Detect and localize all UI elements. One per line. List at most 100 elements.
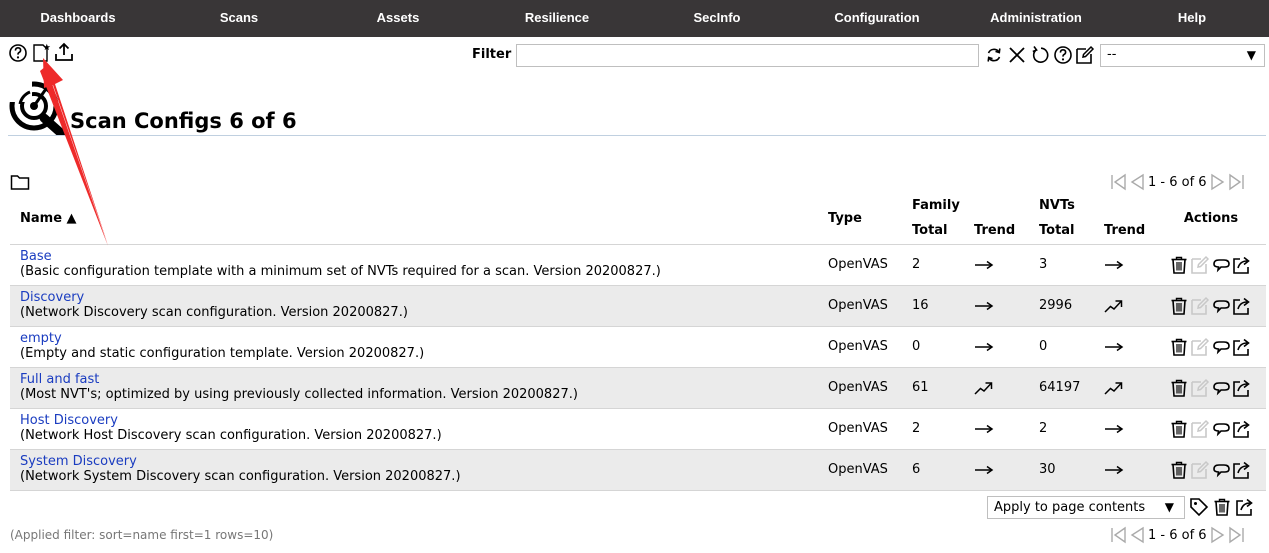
- last-page-icon[interactable]: [1227, 173, 1245, 191]
- export-icon[interactable]: [1232, 255, 1252, 275]
- export-icon[interactable]: [1232, 296, 1252, 316]
- delete-icon[interactable]: [1169, 337, 1189, 357]
- clone-icon[interactable]: [1211, 255, 1231, 275]
- clone-icon[interactable]: [1211, 378, 1231, 398]
- column-header-family-total[interactable]: Total: [902, 218, 964, 244]
- family-trend-cell: [964, 367, 1029, 408]
- clone-icon[interactable]: [1211, 337, 1231, 357]
- scan-config-name-link[interactable]: Discovery: [20, 290, 808, 305]
- trend-flat-icon: [1104, 463, 1146, 477]
- nvts-total-cell: 3: [1039, 257, 1048, 272]
- actions-cell: [1156, 244, 1266, 285]
- column-header-family-trend[interactable]: Trend: [964, 218, 1029, 244]
- type-cell: OpenVAS: [828, 421, 888, 436]
- scan-config-name-link[interactable]: Host Discovery: [20, 413, 808, 428]
- clear-filter-icon[interactable]: [1007, 45, 1027, 65]
- nav-dashboards[interactable]: Dashboards: [18, 0, 138, 37]
- first-page-icon[interactable]: [1110, 173, 1128, 191]
- export-icon[interactable]: [1232, 337, 1252, 357]
- actions-cell: [1156, 449, 1266, 490]
- edit-icon[interactable]: [1190, 419, 1210, 439]
- delete-icon[interactable]: [1169, 296, 1189, 316]
- family-trend-cell: [964, 285, 1029, 326]
- reset-filter-icon[interactable]: [1030, 45, 1050, 65]
- trend-up-icon: [1104, 381, 1146, 395]
- previous-page-icon[interactable]: [1128, 173, 1146, 191]
- nav-help[interactable]: Help: [1162, 0, 1222, 37]
- refresh-icon[interactable]: [984, 45, 1004, 65]
- nvts-total-cell: 0: [1039, 339, 1048, 354]
- filter-select[interactable]: -- ▼: [1100, 44, 1265, 67]
- bulk-tag-icon[interactable]: [1189, 497, 1209, 517]
- first-page-icon[interactable]: [1110, 526, 1128, 544]
- table-row: Discovery (Network Discovery scan configu…: [10, 285, 1266, 326]
- scan-config-description: (Most NVT's; optimized by using previous…: [20, 387, 578, 402]
- trend-flat-icon: [974, 258, 1019, 272]
- nav-secinfo[interactable]: SecInfo: [675, 0, 759, 37]
- scan-config-description: (Network Host Discovery scan configurati…: [20, 428, 442, 443]
- edit-filter-icon[interactable]: [1075, 45, 1095, 65]
- type-cell: OpenVAS: [828, 462, 888, 477]
- delete-icon[interactable]: [1169, 378, 1189, 398]
- delete-icon[interactable]: [1169, 419, 1189, 439]
- scan-config-name-link[interactable]: Base: [20, 249, 808, 264]
- edit-icon[interactable]: [1190, 255, 1210, 275]
- previous-page-icon[interactable]: [1128, 526, 1146, 544]
- bulk-action-select[interactable]: Apply to page contents ▼: [987, 496, 1185, 519]
- edit-icon[interactable]: [1190, 296, 1210, 316]
- applied-filter-text: (Applied filter: sort=name first=1 rows=…: [10, 528, 274, 542]
- family-total-cell: 2: [912, 421, 921, 436]
- trend-flat-icon: [1104, 258, 1146, 272]
- filter-input[interactable]: [516, 44, 979, 67]
- next-page-icon[interactable]: [1209, 173, 1227, 191]
- chevron-down-icon: ▼: [1246, 48, 1256, 62]
- name-cell: Full and fast (Most NVT's; optimized by u…: [10, 367, 818, 408]
- nav-scans[interactable]: Scans: [197, 0, 281, 37]
- actions-cell: [1156, 285, 1266, 326]
- folder-icon[interactable]: [10, 172, 30, 192]
- nav-configuration[interactable]: Configuration: [815, 0, 939, 37]
- nav-administration[interactable]: Administration: [972, 0, 1100, 37]
- type-cell: OpenVAS: [828, 257, 888, 272]
- clone-icon[interactable]: [1211, 296, 1231, 316]
- column-header-nvts-trend[interactable]: Trend: [1094, 218, 1156, 244]
- export-icon[interactable]: [1232, 378, 1252, 398]
- family-trend-cell: [964, 326, 1029, 367]
- scan-config-name-link[interactable]: Full and fast: [20, 372, 808, 387]
- main-nav-bar: Dashboards Scans Assets Resilience SecIn…: [0, 0, 1269, 37]
- table-row: empty (Empty and static configuration tem…: [10, 326, 1266, 367]
- new-scan-config-icon[interactable]: [32, 43, 52, 63]
- scan-config-name-link[interactable]: empty: [20, 331, 808, 346]
- title-divider: [8, 135, 1266, 136]
- delete-icon[interactable]: [1169, 255, 1189, 275]
- column-header-name[interactable]: Name ▲: [10, 193, 818, 244]
- nav-assets[interactable]: Assets: [356, 0, 440, 37]
- edit-icon[interactable]: [1190, 460, 1210, 480]
- edit-icon[interactable]: [1190, 337, 1210, 357]
- help-icon[interactable]: [8, 43, 28, 63]
- edit-icon[interactable]: [1190, 378, 1210, 398]
- table-row: System Discovery (Network System Discover…: [10, 449, 1266, 490]
- bulk-export-icon[interactable]: [1235, 497, 1255, 517]
- filter-select-value: --: [1107, 47, 1117, 62]
- delete-icon[interactable]: [1169, 460, 1189, 480]
- nvts-total-cell: 2: [1039, 421, 1048, 436]
- scan-config-name-link[interactable]: System Discovery: [20, 454, 808, 469]
- trend-flat-icon: [974, 340, 1019, 354]
- clone-icon[interactable]: [1211, 419, 1231, 439]
- filter-help-icon[interactable]: [1053, 45, 1073, 65]
- next-page-icon[interactable]: [1209, 526, 1227, 544]
- last-page-icon[interactable]: [1227, 526, 1245, 544]
- name-cell: Discovery (Network Discovery scan configu…: [10, 285, 818, 326]
- nav-resilience[interactable]: Resilience: [507, 0, 607, 37]
- upload-icon[interactable]: [54, 42, 74, 62]
- export-icon[interactable]: [1232, 460, 1252, 480]
- column-header-nvts-total[interactable]: Total: [1029, 218, 1094, 244]
- column-header-type[interactable]: Type: [818, 193, 902, 244]
- family-total-cell: 61: [912, 380, 929, 395]
- trend-flat-icon: [974, 463, 1019, 477]
- bulk-delete-icon[interactable]: [1212, 497, 1232, 517]
- export-icon[interactable]: [1232, 419, 1252, 439]
- scan-config-icon: [8, 78, 67, 139]
- clone-icon[interactable]: [1211, 460, 1231, 480]
